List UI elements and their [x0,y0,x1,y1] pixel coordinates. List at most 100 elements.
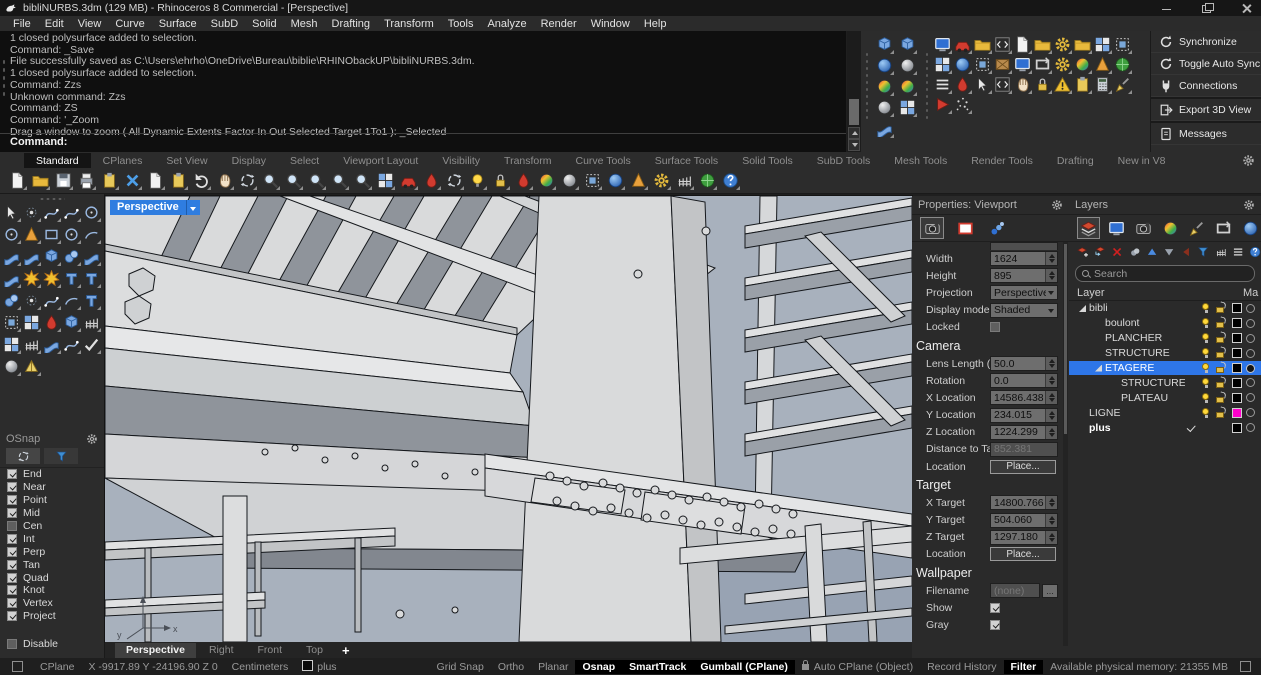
tool-button[interactable] [82,269,101,288]
tool-button[interactable] [2,313,21,332]
toolbar-icon[interactable] [898,35,917,54]
tool-button[interactable] [2,203,21,222]
toolbar-icon[interactable] [1013,35,1032,54]
toolbar-icon[interactable] [898,98,917,117]
tool-button[interactable] [22,269,41,288]
osnap-option[interactable]: Cen [0,520,104,533]
layers-tool-icon[interactable] [1197,245,1209,259]
tool-button[interactable] [42,247,61,266]
toolbar-tab[interactable]: New in V8 [1106,153,1178,168]
toolbar-icon[interactable] [973,55,992,74]
height-input[interactable]: 895 [990,268,1058,283]
scrollbar-thumb[interactable] [849,99,859,125]
viewport-canvas[interactable]: y x [105,196,912,642]
current-layer-check[interactable] [1185,377,1199,389]
toolbar-icon[interactable] [307,171,326,190]
toolbar-icon[interactable] [330,171,349,190]
layer-color-swatch[interactable] [1232,363,1242,373]
scroll-up-button[interactable] [848,127,860,139]
osnap-checkbox[interactable] [7,508,17,518]
toolbar-tab[interactable]: Standard [24,153,91,168]
toolbar-tab[interactable]: Transform [492,153,563,168]
osnap-checkbox[interactable] [7,547,17,557]
osnap-option[interactable]: Perp [0,545,104,558]
gear-icon[interactable] [1051,199,1063,211]
panel-tab-icon[interactable] [1160,218,1181,238]
menu-item[interactable]: Render [534,18,584,30]
toolbar-icon[interactable] [1093,55,1112,74]
tool-button[interactable] [42,335,61,354]
tool-button[interactable] [42,225,61,244]
osnap-option[interactable]: Mid [0,507,104,520]
layer-name[interactable]: STRUCTURE [1121,377,1185,389]
toolbar-icon[interactable] [675,171,694,190]
tool-button[interactable] [22,225,41,244]
tool-button[interactable] [2,247,21,266]
toolbar-icon[interactable] [953,55,972,74]
layers-tool-icon[interactable] [1232,245,1244,259]
menu-item[interactable]: Solid [245,18,283,30]
layer-color-swatch[interactable] [1232,378,1242,388]
toolbar-tab[interactable]: Drafting [1045,153,1106,168]
tool-button[interactable] [2,335,21,354]
tool-button[interactable] [22,203,41,222]
toolbar-icon[interactable] [933,35,952,54]
properties-tab-material[interactable] [986,218,1008,238]
layer-row[interactable]: STRUCTURE [1069,375,1261,390]
layer-row[interactable]: bibli [1069,301,1261,316]
toolbar-icon[interactable] [54,171,73,190]
panel-tab-icon[interactable] [1106,218,1127,238]
layers-tool-icon[interactable] [1077,245,1089,259]
projection-dropdown[interactable]: Perspective [990,285,1058,300]
toolbar-tab[interactable]: CPlanes [91,153,155,168]
toolbar-icon[interactable] [993,75,1012,94]
tool-button[interactable] [42,203,61,222]
tool-button[interactable] [62,203,81,222]
camera-place-button[interactable]: Place... [990,460,1056,474]
sidebar-grip[interactable] [39,197,65,201]
layers-tool-icon[interactable] [1180,245,1192,259]
tool-button[interactable] [62,269,81,288]
toolbar-tab[interactable]: Surface Tools [643,153,730,168]
status-item[interactable]: CPlane [33,660,81,674]
toolbar-icon[interactable] [100,171,119,190]
tool-button[interactable] [62,247,81,266]
layer-material-circle[interactable] [1246,364,1255,373]
command-prompt[interactable]: Command: [10,136,67,148]
side-button[interactable]: Toggle Auto Sync [1151,53,1261,75]
layer-material-circle[interactable] [1246,334,1255,343]
toolbar-icon[interactable] [1073,75,1092,94]
toolbar-icon[interactable] [993,35,1012,54]
layer-row[interactable]: LIGNE [1069,405,1261,420]
layer-material-circle[interactable] [1246,423,1255,432]
tool-button[interactable] [82,203,101,222]
layer-name[interactable]: plus [1089,422,1185,434]
toolbar-icon[interactable] [192,171,211,190]
toolbar-icon[interactable] [353,171,372,190]
menu-item[interactable]: Transform [377,18,441,30]
layer-lock-icon[interactable] [1214,302,1229,314]
osnap-option[interactable]: Vertex [0,597,104,610]
status-toggle[interactable]: Planar [531,660,575,674]
browse-button[interactable]: ... [1042,584,1058,598]
layer-lock-icon[interactable] [1214,347,1229,359]
layer-material-circle[interactable] [1246,319,1255,328]
minimize-button[interactable] [1161,3,1173,13]
tool-button[interactable] [22,357,41,376]
toolbar-icon[interactable] [31,171,50,190]
status-item[interactable]: Centimeters [225,660,296,674]
layers-tool-icon[interactable] [1215,245,1227,259]
side-button[interactable]: Connections [1151,75,1261,97]
osnap-checkbox[interactable] [7,585,17,595]
viewport-tab[interactable]: Perspective [115,643,196,658]
toolbar-icon[interactable] [973,35,992,54]
toolbar-tab[interactable]: SubD Tools [805,153,883,168]
toolbar-tab[interactable]: Select [278,153,331,168]
layers-tool-icon[interactable] [1163,245,1175,259]
toolbar-icon[interactable] [1093,35,1112,54]
layer-color-swatch[interactable] [1232,408,1242,418]
filename-field[interactable]: (none) [990,583,1040,598]
layer-material-circle[interactable] [1246,304,1255,313]
current-layer-check[interactable] [1185,317,1199,329]
tool-button[interactable] [22,247,41,266]
